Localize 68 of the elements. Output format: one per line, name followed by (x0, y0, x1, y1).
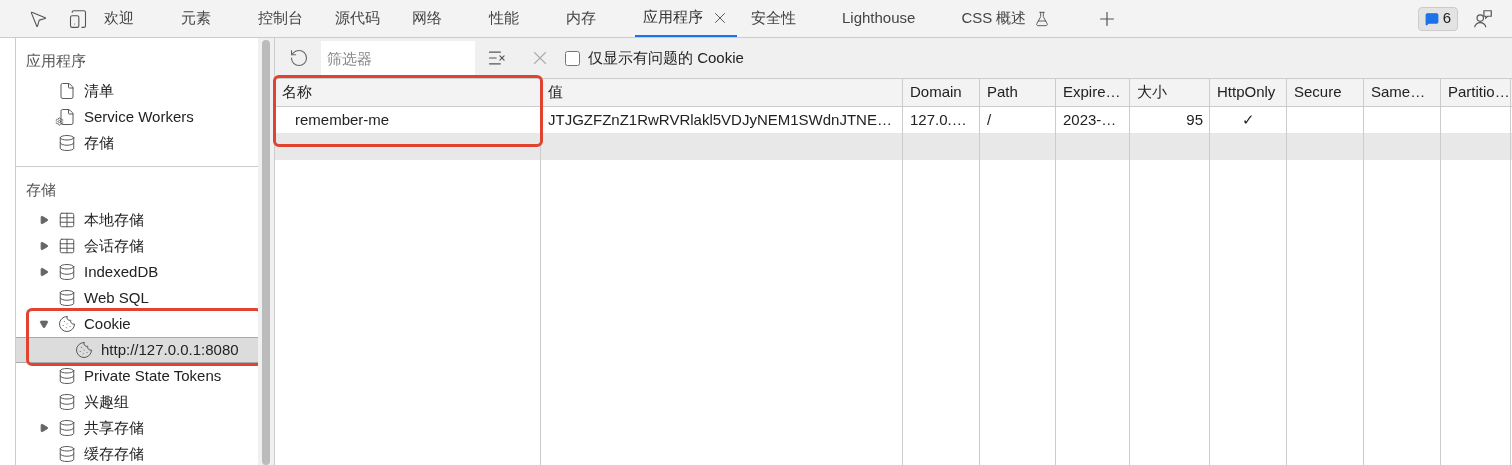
table-icon (58, 211, 76, 229)
cookie-icon (58, 315, 76, 333)
column-header[interactable]: Domain (903, 79, 980, 106)
database-icon (58, 445, 76, 463)
collapsed-arrow-icon[interactable] (39, 241, 49, 251)
tree-item[interactable]: http://127.0.0.1:8080 (16, 337, 258, 363)
expanded-arrow-icon[interactable] (39, 319, 49, 329)
tab[interactable]: 源代码 (327, 0, 404, 37)
tab[interactable]: 欢迎 (96, 0, 173, 37)
scrollbar[interactable] (258, 38, 274, 465)
table-cell-text: / (986, 109, 993, 130)
tree-item[interactable]: Service Workers (16, 104, 258, 130)
collapsed-arrow-icon[interactable] (39, 267, 49, 277)
tab[interactable]: CSS 概述 (953, 0, 1089, 37)
column-header[interactable]: Secure (1287, 79, 1364, 106)
table-icon (58, 237, 76, 255)
tree-item[interactable]: 清单 (16, 78, 258, 104)
column-header[interactable]: 大小 (1130, 79, 1210, 106)
column-header[interactable]: 值 (541, 79, 903, 106)
device-icon[interactable] (68, 8, 88, 29)
table-cell-text: ✓ (1241, 109, 1256, 130)
tree-item[interactable]: Web SQL (16, 285, 258, 311)
tree-item[interactable]: 会话存储 (16, 233, 258, 259)
database-icon (58, 419, 76, 437)
collapsed-arrow-icon[interactable] (39, 423, 49, 433)
column-header[interactable]: 名称 (275, 79, 541, 106)
tree-item[interactable]: IndexedDB (16, 259, 258, 285)
tab[interactable]: Lighthouse (834, 0, 954, 37)
database-icon (58, 134, 76, 152)
tree-item[interactable]: 共享存储 (16, 415, 258, 441)
filter-field[interactable]: 筛选器 (321, 41, 475, 75)
section-title: 存储 (25, 179, 57, 200)
document-gear-icon (58, 108, 76, 126)
table-cell-text: 95 (1185, 109, 1204, 130)
tab[interactable]: 控制台 (250, 0, 327, 37)
issues-badge[interactable]: 6 (1417, 6, 1458, 31)
database-icon (58, 367, 76, 385)
issues-checkbox[interactable] (565, 50, 580, 66)
column-header[interactable]: Path (980, 79, 1056, 106)
tab[interactable]: 安全性 (743, 0, 834, 37)
collapsed-arrow-icon[interactable] (39, 215, 49, 225)
database-icon (58, 263, 76, 281)
tree-item[interactable]: Private State Tokens (16, 363, 258, 389)
section-title: 应用程序 (25, 50, 87, 71)
table-cell-text: 2023-… (1062, 109, 1118, 130)
tab[interactable]: 网络 (404, 0, 481, 37)
refresh-icon[interactable] (289, 48, 309, 68)
column-header[interactable]: Expire… (1056, 79, 1130, 106)
table-cell-text: 127.0.… (909, 109, 968, 130)
cookie-icon (75, 341, 93, 359)
tab[interactable]: 内存 (558, 0, 635, 37)
tree-item[interactable]: 兴趣组 (16, 389, 258, 415)
tree-item[interactable]: 存储 (16, 130, 258, 156)
database-icon (58, 289, 76, 307)
tree-item[interactable]: 缓存存储 (16, 441, 258, 465)
table-cell-text: JTJGZFZnZ1RwRVRlakl5VDJyNEM1SWdnJTNE… (547, 109, 893, 130)
feedback-icon[interactable] (1472, 7, 1494, 30)
checkbox-label: 仅显示有问题的 Cookie (588, 47, 744, 68)
document-icon (58, 82, 76, 100)
tree-item[interactable]: 本地存储 (16, 207, 258, 233)
column-header[interactable]: Partitio… (1441, 79, 1511, 106)
column-header[interactable]: Same… (1364, 79, 1441, 106)
tab[interactable]: 性能 (481, 0, 558, 37)
table-cell-text: remember-me (294, 109, 391, 130)
column-header[interactable]: HttpOnly (1210, 79, 1287, 106)
tree-item[interactable]: Cookie (16, 311, 258, 337)
database-icon (58, 393, 76, 411)
tab[interactable]: 元素 (173, 0, 250, 37)
